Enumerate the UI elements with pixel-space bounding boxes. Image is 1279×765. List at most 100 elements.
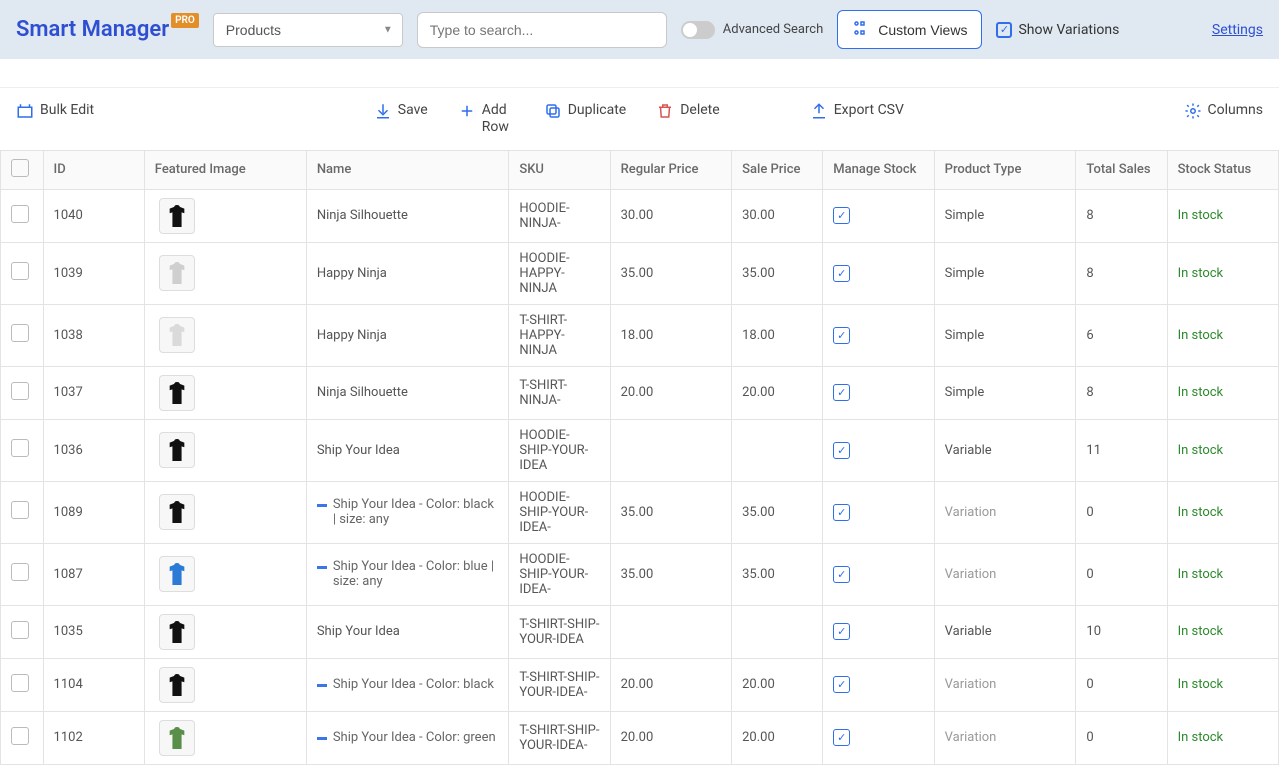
cell-name[interactable]: Ninja Silhouette <box>317 385 408 400</box>
add-row-button[interactable]: Add Row <box>458 102 514 136</box>
cell-sale-price[interactable]: 20.00 <box>742 677 775 692</box>
featured-image-thumb[interactable] <box>159 375 195 411</box>
cell-sale-price[interactable]: 30.00 <box>742 208 775 223</box>
row-checkbox[interactable] <box>11 205 29 223</box>
row-checkbox[interactable] <box>11 563 29 581</box>
cell-stock-status[interactable]: In stock <box>1178 328 1224 343</box>
search-input[interactable] <box>417 12 667 48</box>
cell-product-type[interactable]: Simple <box>945 385 985 400</box>
row-checkbox[interactable] <box>11 501 29 519</box>
cell-regular-price[interactable]: 35.00 <box>621 567 654 582</box>
col-featured-image[interactable]: Featured Image <box>144 150 306 189</box>
featured-image-thumb[interactable] <box>159 317 195 353</box>
manage-stock-checkbox[interactable]: ✓ <box>833 265 850 282</box>
featured-image-thumb[interactable] <box>159 667 195 703</box>
cell-total-sales[interactable]: 0 <box>1086 567 1093 582</box>
cell-total-sales[interactable]: 10 <box>1086 624 1101 639</box>
export-csv-button[interactable]: Export CSV <box>810 102 904 120</box>
advanced-search-toggle[interactable] <box>681 21 715 39</box>
cell-stock-status[interactable]: In stock <box>1178 567 1224 582</box>
featured-image-thumb[interactable] <box>159 614 195 650</box>
featured-image-thumb[interactable] <box>159 494 195 530</box>
cell-product-type[interactable]: Variation <box>945 567 997 582</box>
col-regular-price[interactable]: Regular Price <box>610 150 732 189</box>
cell-stock-status[interactable]: In stock <box>1178 208 1224 223</box>
cell-product-type[interactable]: Variation <box>945 505 997 520</box>
cell-product-type[interactable]: Simple <box>945 328 985 343</box>
columns-button[interactable]: Columns <box>1184 102 1263 120</box>
manage-stock-checkbox[interactable]: ✓ <box>833 566 850 583</box>
manage-stock-checkbox[interactable]: ✓ <box>833 384 850 401</box>
cell-regular-price[interactable]: 20.00 <box>621 730 654 745</box>
manage-stock-checkbox[interactable]: ✓ <box>833 676 850 693</box>
cell-sku[interactable]: HOODIE-SHIP-YOUR-IDEA <box>519 428 588 473</box>
row-checkbox[interactable] <box>11 674 29 692</box>
featured-image-thumb[interactable] <box>159 255 195 291</box>
featured-image-thumb[interactable] <box>159 198 195 234</box>
row-checkbox[interactable] <box>11 439 29 457</box>
duplicate-button[interactable]: Duplicate <box>544 102 627 120</box>
cell-regular-price[interactable]: 30.00 <box>621 208 654 223</box>
col-product-type[interactable]: Product Type <box>934 150 1076 189</box>
cell-sku[interactable]: HOODIE-SHIP-YOUR-IDEA- <box>519 490 588 535</box>
cell-regular-price[interactable]: 35.00 <box>621 505 654 520</box>
featured-image-thumb[interactable] <box>159 720 195 756</box>
cell-id[interactable]: 1037 <box>54 385 83 400</box>
cell-sku[interactable]: HOODIE-SHIP-YOUR-IDEA- <box>519 552 588 597</box>
cell-name[interactable]: Ship Your Idea <box>317 443 400 458</box>
manage-stock-checkbox[interactable]: ✓ <box>833 623 850 640</box>
cell-total-sales[interactable]: 8 <box>1086 208 1093 223</box>
cell-sale-price[interactable]: 35.00 <box>742 266 775 281</box>
cell-product-type[interactable]: Simple <box>945 208 985 223</box>
manage-stock-checkbox[interactable]: ✓ <box>833 327 850 344</box>
cell-regular-price[interactable]: 20.00 <box>621 677 654 692</box>
cell-sale-price[interactable]: 35.00 <box>742 505 775 520</box>
cell-stock-status[interactable]: In stock <box>1178 266 1224 281</box>
cell-stock-status[interactable]: In stock <box>1178 624 1224 639</box>
cell-name[interactable]: Ship Your Idea - Color: blue | size: any <box>333 559 499 589</box>
featured-image-thumb[interactable] <box>159 432 195 468</box>
cell-sku[interactable]: T-SHIRT-NINJA- <box>519 378 567 408</box>
cell-regular-price[interactable]: 18.00 <box>621 328 654 343</box>
cell-name[interactable]: Ship Your Idea - Color: green <box>333 730 496 745</box>
cell-total-sales[interactable]: 8 <box>1086 385 1093 400</box>
cell-id[interactable]: 1040 <box>54 208 83 223</box>
cell-product-type[interactable]: Variable <box>945 624 992 639</box>
cell-sale-price[interactable]: 20.00 <box>742 385 775 400</box>
cell-id[interactable]: 1104 <box>54 677 83 692</box>
show-variations-checkbox[interactable]: ✓ <box>996 22 1012 38</box>
cell-id[interactable]: 1102 <box>54 730 83 745</box>
col-manage-stock[interactable]: Manage Stock <box>823 150 934 189</box>
col-sku[interactable]: SKU <box>509 150 610 189</box>
row-checkbox[interactable] <box>11 727 29 745</box>
row-checkbox[interactable] <box>11 621 29 639</box>
cell-sku[interactable]: HOODIE-NINJA- <box>519 201 569 231</box>
cell-name[interactable]: Ninja Silhouette <box>317 208 408 223</box>
manage-stock-checkbox[interactable]: ✓ <box>833 207 850 224</box>
cell-name[interactable]: Ship Your Idea - Color: black <box>333 677 494 692</box>
cell-regular-price[interactable]: 20.00 <box>621 385 654 400</box>
cell-id[interactable]: 1039 <box>54 266 83 281</box>
cell-sale-price[interactable]: 35.00 <box>742 567 775 582</box>
cell-regular-price[interactable]: 35.00 <box>621 266 654 281</box>
row-checkbox[interactable] <box>11 324 29 342</box>
cell-stock-status[interactable]: In stock <box>1178 443 1224 458</box>
cell-sku[interactable]: T-SHIRT-HAPPY-NINJA <box>519 313 567 358</box>
manage-stock-checkbox[interactable]: ✓ <box>833 442 850 459</box>
select-all-checkbox[interactable] <box>11 159 29 177</box>
cell-name[interactable]: Ship Your Idea <box>317 624 400 639</box>
row-checkbox[interactable] <box>11 262 29 280</box>
cell-name[interactable]: Ship Your Idea - Color: black | size: an… <box>333 497 499 527</box>
settings-link[interactable]: Settings <box>1212 22 1263 38</box>
cell-total-sales[interactable]: 0 <box>1086 505 1093 520</box>
cell-sku[interactable]: T-SHIRT-SHIP-YOUR-IDEA- <box>519 723 599 753</box>
cell-id[interactable]: 1087 <box>54 567 83 582</box>
cell-product-type[interactable]: Variable <box>945 443 992 458</box>
col-total-sales[interactable]: Total Sales <box>1076 150 1167 189</box>
row-checkbox[interactable] <box>11 382 29 400</box>
manage-stock-checkbox[interactable]: ✓ <box>833 504 850 521</box>
bulk-edit-button[interactable]: Bulk Edit <box>16 102 94 120</box>
manage-stock-checkbox[interactable]: ✓ <box>833 729 850 746</box>
dashboard-select[interactable]: Products <box>213 13 403 47</box>
cell-sku[interactable]: T-SHIRT-SHIP-YOUR-IDEA- <box>519 670 599 700</box>
